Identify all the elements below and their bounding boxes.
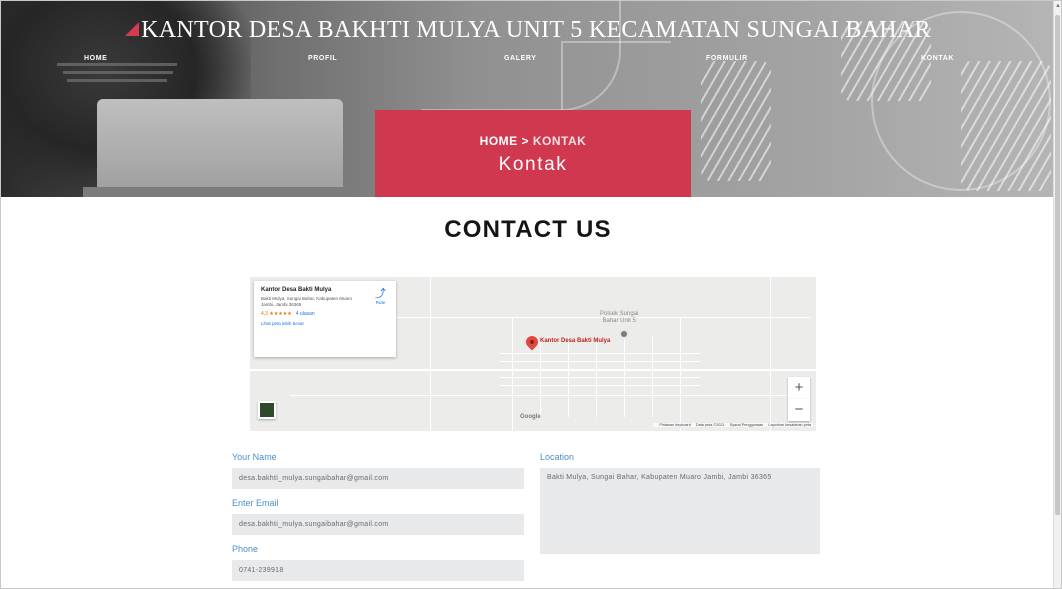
map-keyboard-shortcuts-link[interactable]: Pintasan keyboard	[659, 423, 690, 427]
map-satellite-toggle[interactable]	[258, 401, 276, 419]
scroll-up-arrow-icon[interactable]: ▲	[1055, 3, 1061, 9]
map-pin-label[interactable]: Kantor Desa Bakti Mulya	[540, 338, 610, 344]
page-title: Kontak	[498, 154, 568, 175]
browser-viewport: KANTOR DESA BAKHTI MULYA UNIT 5 KECAMATA…	[0, 0, 1062, 589]
nav-galery[interactable]: GALERY	[504, 55, 537, 62]
map-road	[512, 317, 513, 431]
main-nav: HOME PROFIL GALERY FORMULIR KONTAK	[1, 55, 1055, 69]
brand-logo-icon	[125, 22, 140, 36]
hero-banner: KANTOR DESA BAKHTI MULYA UNIT 5 KECAMATA…	[1, 1, 1055, 197]
map-poi-label[interactable]: Polsek Sungai Bahar Unit 5	[600, 311, 638, 325]
map-larger-link[interactable]: Lihat peta lebih besar	[261, 321, 389, 326]
name-field[interactable]: desa.bakhti_mulya.sungaibahar@gmail.com	[232, 468, 524, 489]
map-road	[500, 361, 700, 362]
map-pin-icon[interactable]	[523, 333, 541, 351]
map-zoom-in-button[interactable]: +	[788, 377, 810, 399]
scrollbar-thumb[interactable]	[1055, 15, 1060, 515]
map-road	[500, 385, 700, 386]
map-road	[500, 377, 700, 378]
map-place-name: Kantor Desa Bakti Mulya	[261, 287, 332, 293]
map-terms-link[interactable]: Syarat Penggunaan	[730, 423, 764, 427]
map-zoom-out-button[interactable]: −	[788, 399, 810, 421]
map-place-address: Bakti Mulya, Sungai Bahar, Kabupaten Mua…	[261, 296, 353, 307]
map-poi-line: Polsek Sungai	[600, 311, 639, 317]
map-road	[540, 337, 541, 417]
route-label: Rute	[375, 300, 386, 305]
map-route-button[interactable]: ⤴ Rute	[375, 288, 386, 306]
map-attribution: Pintasan keyboard Data peta ©2021 Syarat…	[653, 423, 813, 427]
map-road	[624, 337, 625, 417]
email-field[interactable]: desa.bakhti_mulya.sungaibahar@gmail.com	[232, 514, 524, 535]
route-arrow-icon: ⤴	[375, 288, 386, 300]
google-logo: Google	[520, 414, 541, 420]
hero-decor	[701, 61, 771, 181]
name-label: Your Name	[232, 452, 277, 462]
page-scrollbar[interactable]: ▲	[1053, 1, 1061, 588]
breadcrumb-current: KONTAK	[532, 134, 587, 148]
map-road	[680, 317, 681, 431]
hero-laptop-image	[83, 187, 357, 197]
phone-field[interactable]: 0741-239918	[232, 560, 524, 581]
site-title-text: KANTOR DESA BAKHTI MULYA UNIT 5 KECAMATA…	[141, 17, 931, 43]
map-poi-line: Bahar Unit 5	[602, 318, 636, 324]
page-title-banner: HOME > KONTAK Kontak	[375, 110, 691, 197]
breadcrumb-home[interactable]: HOME	[480, 134, 518, 148]
map-road	[596, 337, 597, 417]
nav-kontak[interactable]: KONTAK	[921, 55, 954, 62]
section-heading: CONTACT US	[444, 216, 612, 243]
map-poi-marker-icon[interactable]	[619, 329, 629, 339]
breadcrumb: HOME > KONTAK	[375, 134, 691, 148]
google-map-embed[interactable]: Kantor Desa Bakti Mulya Bakti Mulya, Sun…	[250, 277, 816, 431]
location-textarea[interactable]: Bakti Mulya, Sungai Bahar, Kabupaten Mua…	[540, 468, 820, 554]
hero-decor	[961, 61, 1051, 191]
nav-profil[interactable]: PROFIL	[308, 55, 337, 62]
map-rating: 4,3 ★★★★★ 4 ulasan	[261, 311, 389, 317]
nav-home[interactable]: HOME	[84, 55, 107, 62]
location-label: Location	[540, 452, 575, 462]
map-place-card: Kantor Desa Bakti Mulya Bakti Mulya, Sun…	[254, 281, 396, 357]
map-road	[568, 337, 569, 417]
map-road	[430, 277, 431, 431]
map-road	[770, 277, 771, 431]
map-data-credit: Data peta ©2021	[695, 423, 725, 427]
map-rating-stars: 4,3 ★★★★★	[261, 311, 292, 317]
nav-formulir[interactable]: FORMULIR	[706, 55, 748, 62]
phone-label: Phone	[232, 544, 259, 554]
map-road	[652, 337, 653, 417]
breadcrumb-separator: >	[521, 134, 530, 148]
hero-decor	[67, 79, 167, 82]
hero-laptop-image	[97, 99, 343, 197]
map-reviews-link[interactable]: 4 ulasan	[296, 311, 315, 317]
map-road	[250, 369, 816, 371]
site-title[interactable]: KANTOR DESA BAKHTI MULYA UNIT 5 KECAMATA…	[1, 17, 1055, 44]
map-road	[500, 353, 700, 354]
hero-decor	[63, 71, 173, 74]
email-label: Enter Email	[232, 498, 279, 508]
map-report-error-link[interactable]: Laporkan kesalahan peta	[768, 423, 811, 427]
map-road	[290, 395, 810, 396]
